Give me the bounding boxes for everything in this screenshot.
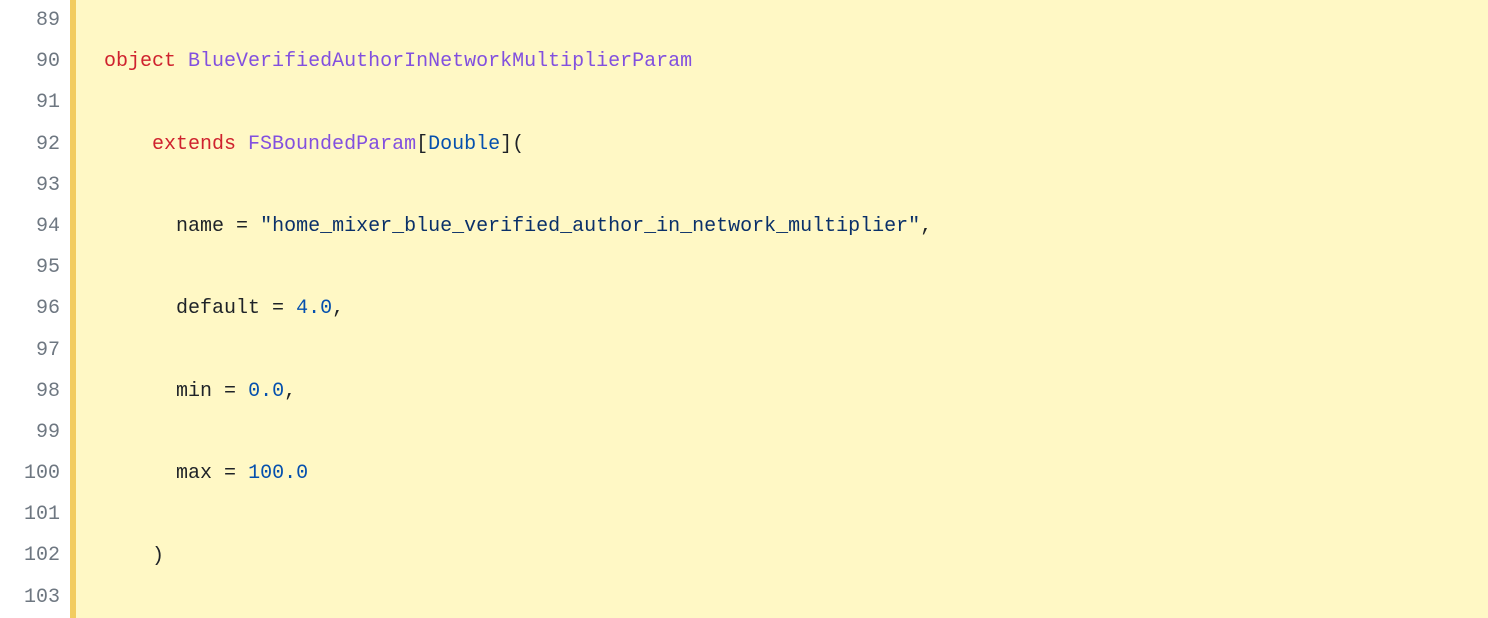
space: [224, 215, 236, 238]
equals: =: [224, 380, 236, 403]
indent: [80, 462, 176, 485]
line-number: 96: [0, 288, 60, 329]
param-max: max: [176, 462, 212, 485]
parent-class: FSBoundedParam: [248, 133, 416, 156]
equals: =: [224, 462, 236, 485]
code-line: extends FSBoundedParam[Double](: [80, 124, 1488, 165]
indent: [80, 133, 152, 156]
space: [248, 215, 260, 238]
code-line: max = 100.0: [80, 453, 1488, 494]
code-line: min = 0.0,: [80, 371, 1488, 412]
right-paren: ): [152, 545, 164, 568]
equals: =: [236, 215, 248, 238]
string-literal: "home_mixer_blue_verified_author_in_netw…: [260, 215, 920, 238]
line-number: 92: [0, 124, 60, 165]
number-literal: 100.0: [248, 462, 308, 485]
line-number: 101: [0, 494, 60, 535]
line-number: 103: [0, 577, 60, 618]
line-number-gutter: 89 90 91 92 93 94 95 96 97 98 99 100 101…: [0, 0, 70, 618]
line-number: 95: [0, 247, 60, 288]
line-number: 100: [0, 453, 60, 494]
param-default: default: [176, 297, 260, 320]
type-param: Double: [428, 133, 500, 156]
line-number: 94: [0, 206, 60, 247]
line-number: 102: [0, 535, 60, 576]
indent: [80, 297, 176, 320]
space: [236, 462, 248, 485]
space: [236, 133, 248, 156]
space: [212, 462, 224, 485]
space: [284, 297, 296, 320]
indent: [80, 50, 104, 73]
space: [176, 50, 188, 73]
right-bracket: ]: [500, 133, 512, 156]
keyword-extends: extends: [152, 133, 236, 156]
indent: [80, 215, 176, 238]
line-number: 97: [0, 330, 60, 371]
param-name: name: [176, 215, 224, 238]
indent: [80, 545, 152, 568]
line-number: 99: [0, 412, 60, 453]
code-area: object BlueVerifiedAuthorInNetworkMultip…: [70, 0, 1488, 618]
comma: ,: [332, 297, 344, 320]
code-line: ): [80, 536, 1488, 577]
space: [236, 380, 248, 403]
comma: ,: [920, 215, 932, 238]
space: [260, 297, 272, 320]
indent: [80, 380, 176, 403]
left-bracket: [: [416, 133, 428, 156]
line-number: 89: [0, 0, 60, 41]
class-name: BlueVerifiedAuthorInNetworkMultiplierPar…: [188, 50, 692, 73]
comma: ,: [284, 380, 296, 403]
keyword-object: object: [104, 50, 176, 73]
param-min: min: [176, 380, 212, 403]
left-paren: (: [512, 133, 524, 156]
code-line: name = "home_mixer_blue_verified_author_…: [80, 206, 1488, 247]
line-number: 98: [0, 371, 60, 412]
equals: =: [272, 297, 284, 320]
line-number: 93: [0, 165, 60, 206]
number-literal: 4.0: [296, 297, 332, 320]
line-number: 91: [0, 82, 60, 123]
number-literal: 0.0: [248, 380, 284, 403]
line-number: 90: [0, 41, 60, 82]
code-line: default = 4.0,: [80, 288, 1488, 329]
code-block: 89 90 91 92 93 94 95 96 97 98 99 100 101…: [0, 0, 1488, 618]
space: [212, 380, 224, 403]
code-line: object BlueVerifiedAuthorInNetworkMultip…: [80, 41, 1488, 82]
